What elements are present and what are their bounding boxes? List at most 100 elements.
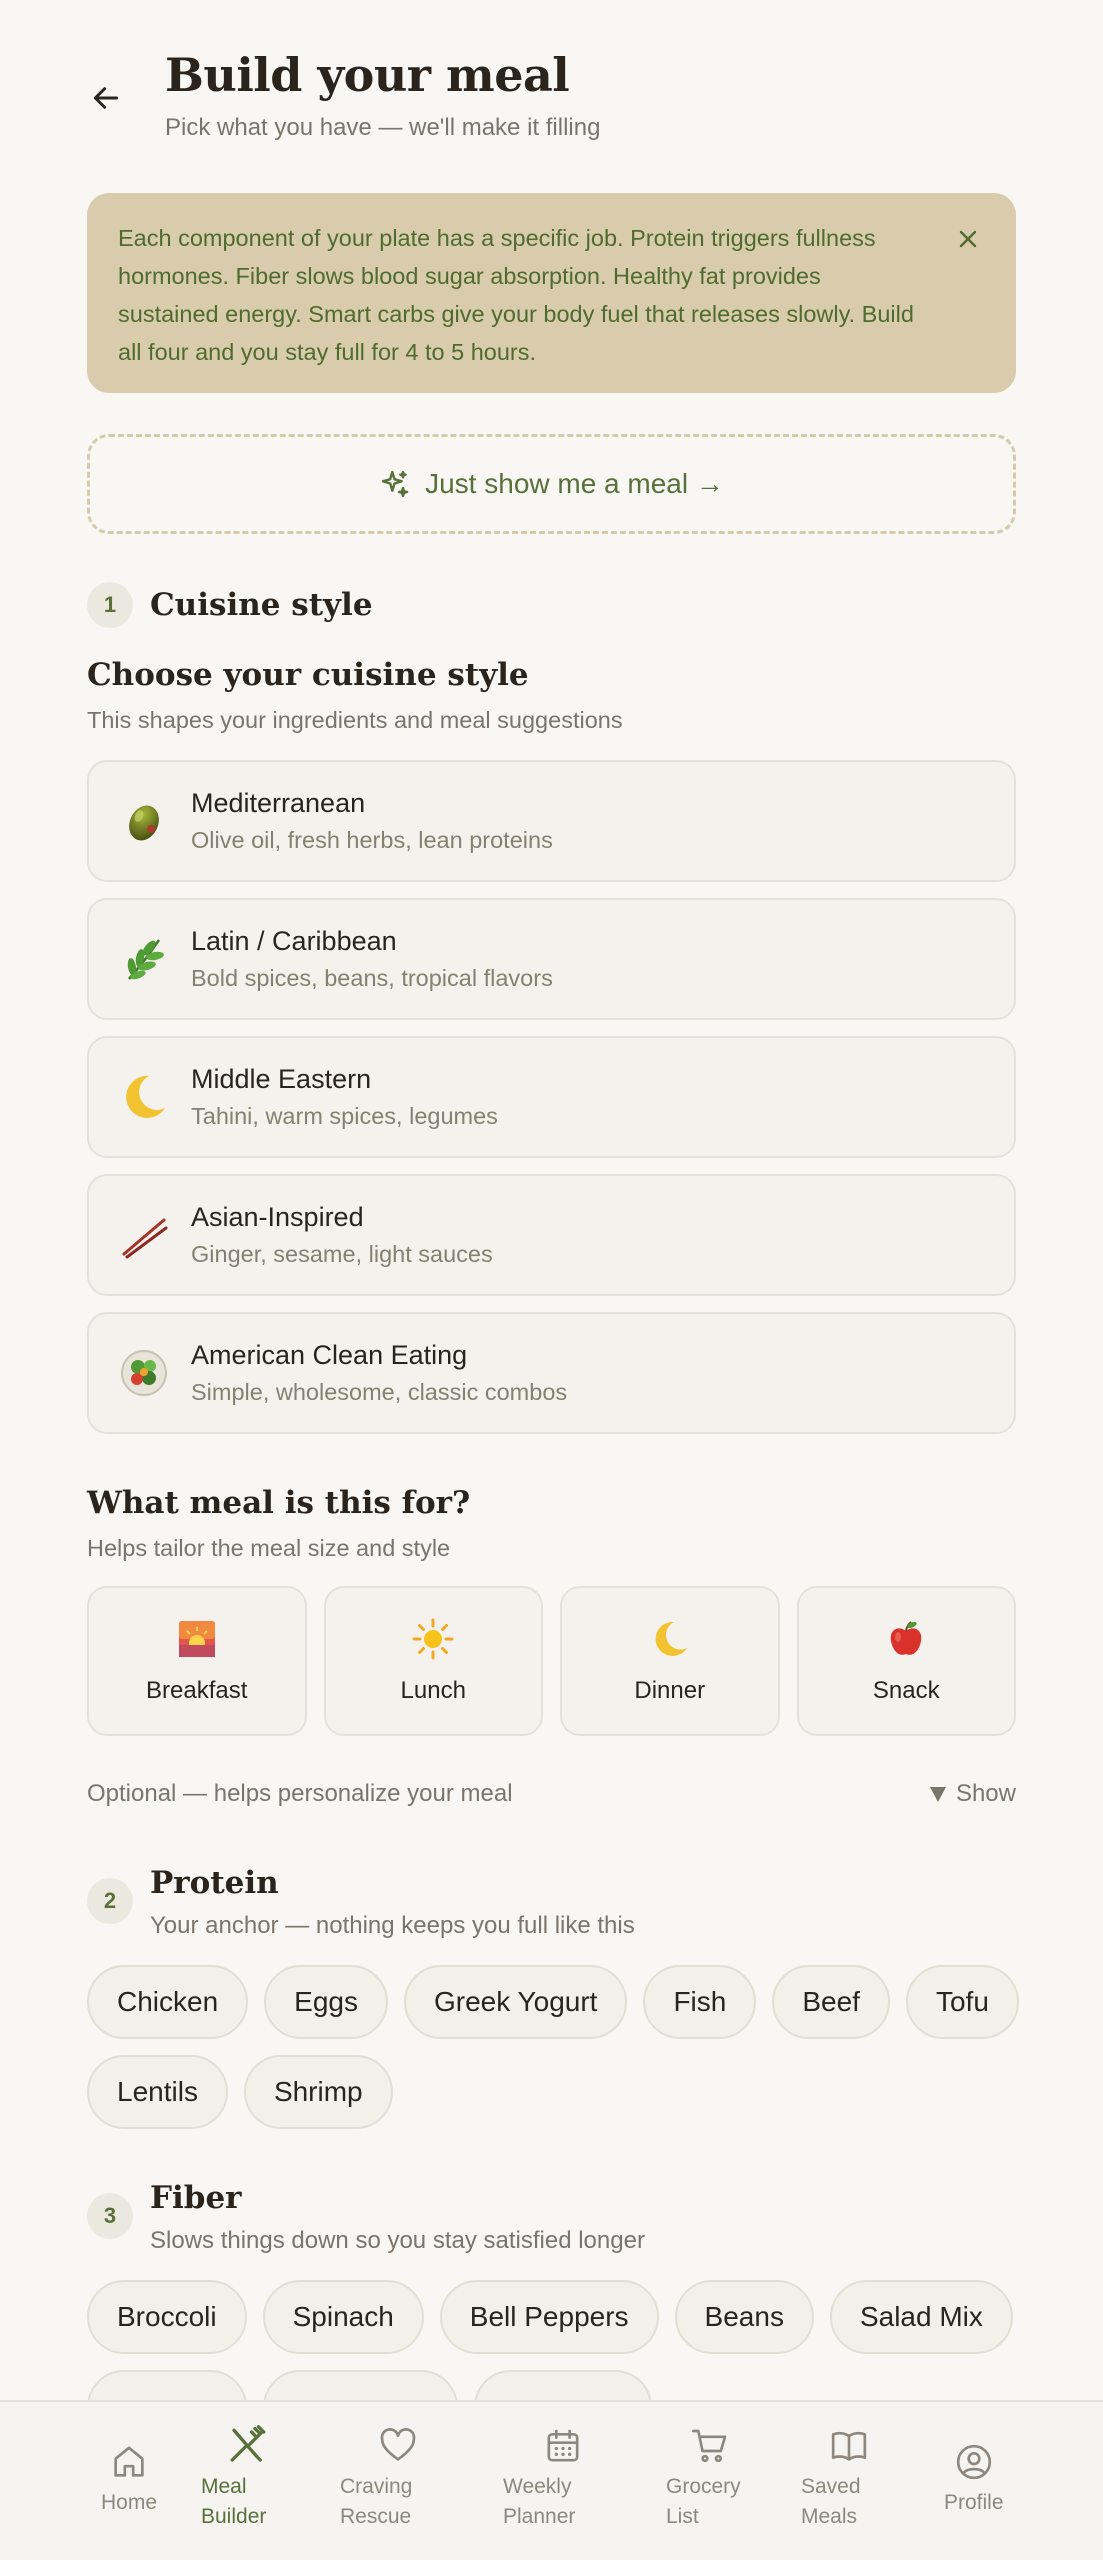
- chip-beef[interactable]: Beef: [772, 1965, 890, 2039]
- just-show-me-a-meal-label: Just show me a meal →: [425, 468, 724, 499]
- cuisine-name: Asian-Inspired: [191, 1202, 364, 1232]
- meal-label: Breakfast: [146, 1677, 248, 1704]
- cuisine-section-title: Choose your cuisine style: [87, 657, 529, 693]
- nav-label-line2: List: [666, 2505, 699, 2528]
- nav-label-line2: Planner: [503, 2505, 576, 2528]
- cuisine-option-mediterranean[interactable]: Mediterranean Olive oil, fresh herbs, le…: [87, 760, 1016, 882]
- protein-chips: Chicken Eggs Greek Yogurt Fish Beef Tofu…: [87, 1965, 1027, 2129]
- step-protein-header: 2 Protein Your anchor — nothing keeps yo…: [87, 1860, 635, 1940]
- cuisine-option-american-clean-eating[interactable]: American Clean Eating Simple, wholesome,…: [87, 1312, 1016, 1434]
- nav-label-line1: Saved: [801, 2475, 861, 2498]
- meal-option-snack[interactable]: Snack: [796, 1586, 1016, 1736]
- meal-label: Lunch: [400, 1677, 466, 1704]
- cuisine-option-latin-caribbean[interactable]: Latin / Caribbean Bold spices, beans, tr…: [87, 898, 1016, 1020]
- cart-icon: [666, 2424, 741, 2468]
- nav-item-saved-meals[interactable]: Saved Meals: [801, 2424, 869, 2532]
- cuisine-description: Ginger, sesame, light sauces: [191, 1241, 493, 1267]
- nav-label-line1: Grocery: [666, 2475, 741, 2498]
- step-number-badge: 1: [87, 582, 133, 628]
- herb-icon: [117, 932, 171, 986]
- arrow-left-icon: [93, 87, 119, 109]
- cuisine-list: Mediterranean Olive oil, fresh herbs, le…: [87, 760, 1016, 1450]
- sunrise-icon: [175, 1617, 219, 1661]
- meal-label: Snack: [872, 1677, 940, 1704]
- meal-option-breakfast[interactable]: Breakfast: [87, 1586, 307, 1736]
- nav-item-profile[interactable]: Profile: [944, 2440, 1004, 2518]
- cuisine-section-description: This shapes your ingredients and meal su…: [87, 707, 623, 733]
- nav-item-home[interactable]: Home: [101, 2440, 157, 2518]
- olive-icon: [117, 794, 171, 848]
- salad-icon: [117, 1346, 171, 1400]
- nav-item-grocery-list[interactable]: Grocery List: [666, 2424, 741, 2532]
- cuisine-name: Latin / Caribbean: [191, 926, 397, 956]
- step-description: Slows things down so you stay satisfied …: [150, 2227, 645, 2254]
- chip-beans[interactable]: Beans: [674, 2280, 814, 2354]
- chip-shrimp[interactable]: Shrimp: [243, 2055, 393, 2129]
- chip-greek-yogurt[interactable]: Greek Yogurt: [404, 1965, 628, 2039]
- bottom-navigation: Home Meal Builder Craving Rescue Weekly …: [0, 2400, 1103, 2560]
- info-close-button[interactable]: [948, 219, 988, 259]
- heart-icon: [340, 2424, 418, 2468]
- step-fiber-header: 3 Fiber Slows things down so you stay sa…: [87, 2175, 645, 2255]
- header: Build your meal Pick what you have — we'…: [0, 0, 1103, 170]
- apple-icon: [884, 1617, 928, 1661]
- meal-section-title: What meal is this for?: [87, 1485, 471, 1521]
- cuisine-option-middle-eastern[interactable]: Middle Eastern Tahini, warm spices, legu…: [87, 1036, 1016, 1158]
- optional-row: Optional — helps personalize your meal S…: [87, 1780, 1016, 1808]
- info-banner-text: Each component of your plate has a speci…: [118, 225, 914, 365]
- utensils-icon: [201, 2424, 269, 2468]
- nav-label-line2: Rescue: [340, 2505, 412, 2528]
- step-title: Fiber: [150, 2180, 242, 2216]
- page-title: Build your meal: [165, 48, 570, 102]
- chopsticks-icon: [117, 1208, 171, 1262]
- nav-label-line2: Meals: [801, 2505, 858, 2528]
- meal-type-row: Breakfast Lunch Dinner Snack: [87, 1586, 1016, 1736]
- show-toggle-button[interactable]: Show: [928, 1780, 1016, 1808]
- triangle-down-icon: [929, 1787, 946, 1802]
- meal-option-lunch[interactable]: Lunch: [323, 1586, 543, 1736]
- cuisine-description: Bold spices, beans, tropical flavors: [191, 965, 553, 991]
- cuisine-name: Middle Eastern: [191, 1064, 372, 1094]
- meal-option-dinner[interactable]: Dinner: [560, 1586, 780, 1736]
- nav-item-weekly-planner[interactable]: Weekly Planner: [503, 2424, 583, 2532]
- chip-chicken[interactable]: Chicken: [87, 1965, 249, 2039]
- nav-label-line1: Craving: [340, 2475, 413, 2498]
- chip-broccoli[interactable]: Broccoli: [87, 2280, 247, 2354]
- step-cuisine-header: 1 Cuisine style: [87, 582, 373, 628]
- nav-item-meal-builder[interactable]: Meal Builder: [201, 2424, 269, 2532]
- sparkle-icon: [381, 470, 409, 498]
- just-show-me-a-meal-button[interactable]: Just show me a meal →: [87, 434, 1016, 534]
- chip-tofu[interactable]: Tofu: [905, 1965, 1019, 2039]
- info-banner: Each component of your plate has a speci…: [87, 193, 1016, 393]
- optional-hint: Optional — helps personalize your meal: [87, 1780, 513, 1807]
- back-button[interactable]: [82, 74, 130, 122]
- step-number-badge: 3: [87, 2193, 133, 2239]
- nav-label-line1: Meal: [201, 2475, 247, 2498]
- nav-label-line1: Weekly: [503, 2475, 572, 2498]
- show-label: Show: [955, 1780, 1016, 1807]
- chip-eggs[interactable]: Eggs: [264, 1965, 388, 2039]
- nav-item-craving-rescue[interactable]: Craving Rescue: [340, 2424, 418, 2532]
- chip-bell-peppers[interactable]: Bell Peppers: [439, 2280, 659, 2354]
- chip-salad-mix[interactable]: Salad Mix: [829, 2280, 1013, 2354]
- calendar-icon: [503, 2424, 583, 2468]
- step-description: Your anchor — nothing keeps you full lik…: [150, 1912, 635, 1939]
- cuisine-name: Mediterranean: [191, 788, 366, 818]
- book-icon: [801, 2424, 869, 2468]
- chip-lentils[interactable]: Lentils: [87, 2055, 228, 2129]
- nav-label: Profile: [944, 2491, 1004, 2514]
- chip-fish[interactable]: Fish: [643, 1965, 757, 2039]
- moon-icon: [648, 1617, 692, 1661]
- cuisine-description: Simple, wholesome, classic combos: [191, 1379, 568, 1405]
- cuisine-option-asian-inspired[interactable]: Asian-Inspired Ginger, sesame, light sau…: [87, 1174, 1016, 1296]
- meal-section-description: Helps tailor the meal size and style: [87, 1535, 451, 1561]
- meal-label: Dinner: [634, 1677, 706, 1704]
- chip-spinach[interactable]: Spinach: [262, 2280, 424, 2354]
- page-subtitle: Pick what you have — we'll make it filli…: [165, 114, 601, 141]
- close-icon: [959, 230, 977, 248]
- moon-icon: [117, 1070, 171, 1124]
- nav-label-line2: Builder: [201, 2505, 267, 2528]
- step-title: Cuisine style: [150, 587, 373, 623]
- cuisine-description: Tahini, warm spices, legumes: [191, 1103, 498, 1129]
- nav-label: Home: [101, 2491, 158, 2514]
